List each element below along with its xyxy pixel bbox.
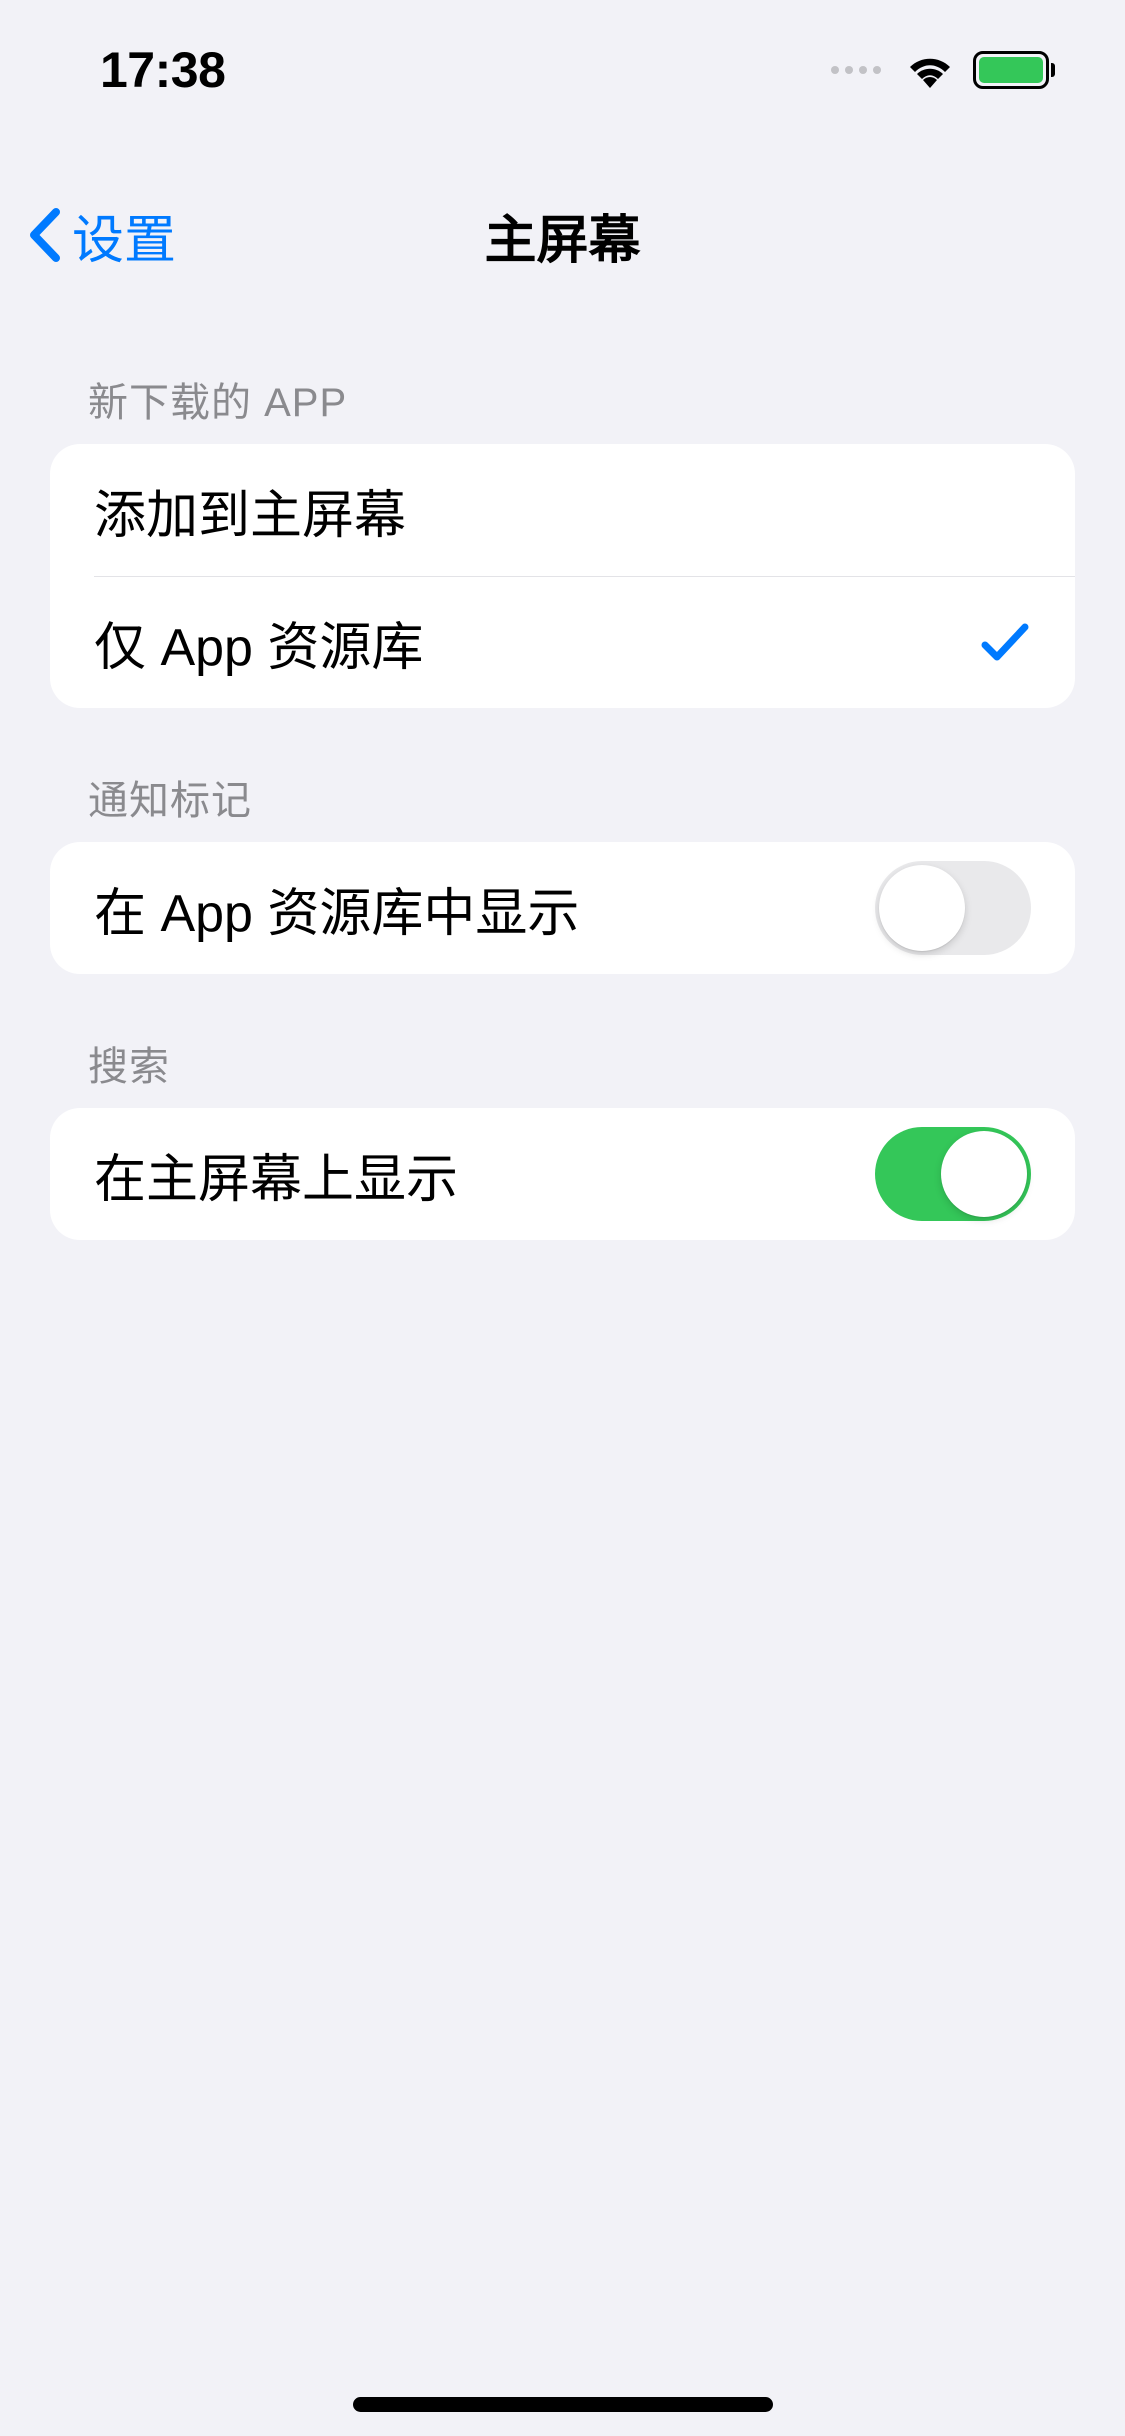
section-header-new-apps: 新下载的 APP: [50, 330, 1075, 444]
status-time: 17:38: [100, 41, 225, 99]
group-notification-badges: 在 App 资源库中显示: [50, 842, 1075, 974]
status-indicators: [831, 51, 1055, 89]
back-button[interactable]: 设置: [26, 198, 176, 273]
home-indicator[interactable]: [353, 2397, 773, 2412]
battery-icon: [973, 51, 1055, 89]
section-header-notification-badges: 通知标记: [50, 708, 1075, 842]
group-search: 在主屏幕上显示: [50, 1108, 1075, 1240]
navigation-bar: 设置 主屏幕: [0, 170, 1125, 300]
toggle-show-on-home-screen[interactable]: [875, 1127, 1031, 1221]
status-bar: 17:38: [0, 0, 1125, 140]
row-label: 在 App 资源库中显示: [94, 871, 875, 946]
checkmark-icon: [979, 619, 1031, 667]
section-header-search: 搜索: [50, 974, 1075, 1108]
wifi-icon: [905, 52, 955, 88]
row-show-in-app-library[interactable]: 在 App 资源库中显示: [50, 842, 1075, 974]
group-new-apps: 添加到主屏幕 仅 App 资源库: [50, 444, 1075, 708]
row-app-library-only[interactable]: 仅 App 资源库: [94, 576, 1075, 708]
back-label: 设置: [72, 198, 176, 273]
toggle-show-in-app-library[interactable]: [875, 861, 1031, 955]
page-title: 主屏幕: [484, 198, 640, 273]
settings-content: 新下载的 APP 添加到主屏幕 仅 App 资源库 通知标记 在 App 资源库…: [0, 330, 1125, 1240]
cellular-dots-icon: [831, 66, 881, 74]
row-label: 在主屏幕上显示: [94, 1137, 875, 1212]
chevron-left-icon: [26, 206, 62, 264]
row-label: 添加到主屏幕: [94, 473, 1031, 548]
row-label: 仅 App 资源库: [94, 605, 979, 680]
row-add-to-home-screen[interactable]: 添加到主屏幕: [50, 444, 1075, 576]
row-show-on-home-screen[interactable]: 在主屏幕上显示: [50, 1108, 1075, 1240]
